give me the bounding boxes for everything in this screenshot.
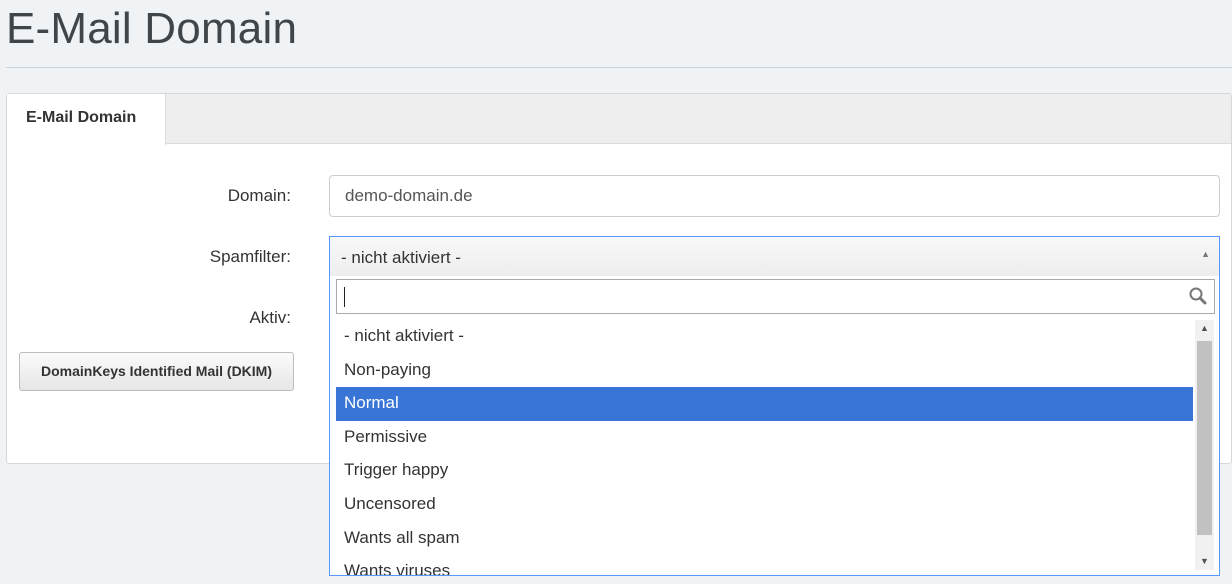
scroll-down-icon[interactable]: ▼ bbox=[1195, 553, 1214, 570]
spamfilter-dropdown: - nicht aktiviert - Non-paying Normal Pe… bbox=[329, 276, 1220, 576]
option-normal[interactable]: Normal bbox=[336, 387, 1193, 421]
page-title: E-Mail Domain bbox=[6, 4, 298, 53]
aktiv-label: Aktiv: bbox=[249, 308, 291, 327]
option-permissive[interactable]: Permissive bbox=[336, 421, 1193, 455]
tab-bar: E-Mail Domain bbox=[7, 94, 1231, 145]
scroll-thumb[interactable] bbox=[1197, 341, 1212, 535]
spamfilter-label: Spamfilter: bbox=[209, 247, 291, 266]
scroll-up-icon[interactable]: ▲ bbox=[1195, 320, 1214, 337]
domain-input[interactable]: demo-domain.de bbox=[329, 175, 1220, 217]
option-nicht-aktiviert[interactable]: - nicht aktiviert - bbox=[336, 320, 1193, 354]
dropdown-scrollbar[interactable]: ▲ ▼ bbox=[1195, 320, 1214, 570]
spamfilter-selected-value: - nicht aktiviert - bbox=[341, 248, 461, 267]
option-trigger-happy[interactable]: Trigger happy bbox=[336, 454, 1193, 488]
option-uncensored[interactable]: Uncensored bbox=[336, 488, 1193, 522]
caret-up-icon[interactable]: ▲ bbox=[1201, 249, 1210, 259]
dkim-button[interactable]: DomainKeys Identified Mail (DKIM) bbox=[19, 352, 294, 391]
option-wants-viruses[interactable]: Wants viruses bbox=[336, 555, 1193, 575]
search-caret bbox=[344, 287, 345, 307]
domain-label: Domain: bbox=[227, 186, 291, 205]
option-wants-all-spam[interactable]: Wants all spam bbox=[336, 522, 1193, 556]
dropdown-search-input[interactable] bbox=[336, 279, 1215, 314]
tab-email-domain[interactable]: E-Mail Domain bbox=[7, 94, 166, 145]
search-icon bbox=[1189, 287, 1207, 305]
dropdown-options: - nicht aktiviert - Non-paying Normal Pe… bbox=[336, 320, 1193, 575]
title-divider bbox=[6, 67, 1232, 68]
option-non-paying[interactable]: Non-paying bbox=[336, 354, 1193, 388]
spamfilter-select[interactable]: - nicht aktiviert - ▲ bbox=[329, 236, 1220, 276]
